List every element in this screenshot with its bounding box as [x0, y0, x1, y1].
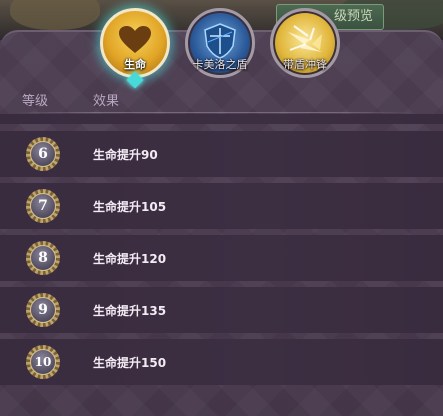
effect-prefix: 生命提升	[93, 304, 142, 318]
effect-text: 生命提升105	[93, 198, 166, 215]
shield-icon	[204, 23, 236, 59]
level-number: 6	[30, 141, 56, 167]
effect-prefix: 生命提升	[93, 148, 142, 162]
tab-camelot-shield[interactable]: 卡美洛之盾	[185, 8, 255, 78]
effect-value: 90	[141, 148, 158, 162]
table-row: 6 生命提升90	[0, 131, 443, 177]
tab-shield-rush[interactable]: 带盾冲锋	[270, 8, 340, 78]
tab-life[interactable]: 生命	[100, 8, 170, 78]
table-row: 10 生命提升150	[0, 339, 443, 385]
effect-prefix: 生命提升	[93, 200, 142, 214]
tab-label: 带盾冲锋	[283, 58, 327, 71]
header-divider	[14, 112, 414, 113]
tab-label: 生命	[124, 58, 146, 71]
effect-prefix: 生命提升	[93, 356, 142, 370]
level-badge: 8	[26, 241, 60, 275]
table-row: 9 生命提升135	[0, 287, 443, 333]
column-header-effect: 效果	[93, 94, 120, 109]
effect-value: 120	[141, 252, 167, 266]
table-row: 8 生命提升120	[0, 235, 443, 281]
heart-icon	[119, 26, 151, 53]
effect-text: 生命提升90	[93, 146, 158, 163]
effect-text: 生命提升150	[93, 354, 166, 371]
table-row: 7 生命提升105	[0, 183, 443, 229]
scene-decoration	[10, 0, 100, 30]
level-number: 8	[30, 245, 56, 271]
tab-label: 卡美洛之盾	[192, 58, 248, 71]
level-number: 9	[30, 297, 56, 323]
column-header-level: 等级	[22, 94, 49, 109]
effect-text: 生命提升135	[93, 302, 166, 319]
level-number: 10	[30, 349, 56, 375]
effect-value: 135	[141, 304, 167, 318]
table-row-partial	[0, 114, 443, 124]
level-number: 7	[30, 193, 56, 219]
level-badge: 6	[26, 137, 60, 171]
effect-prefix: 生命提升	[93, 252, 142, 266]
level-badge: 9	[26, 293, 60, 327]
effect-value: 150	[141, 356, 167, 370]
level-badge: 7	[26, 189, 60, 223]
effect-value: 105	[141, 200, 167, 214]
level-badge: 10	[26, 345, 60, 379]
effect-text: 生命提升120	[93, 250, 166, 267]
